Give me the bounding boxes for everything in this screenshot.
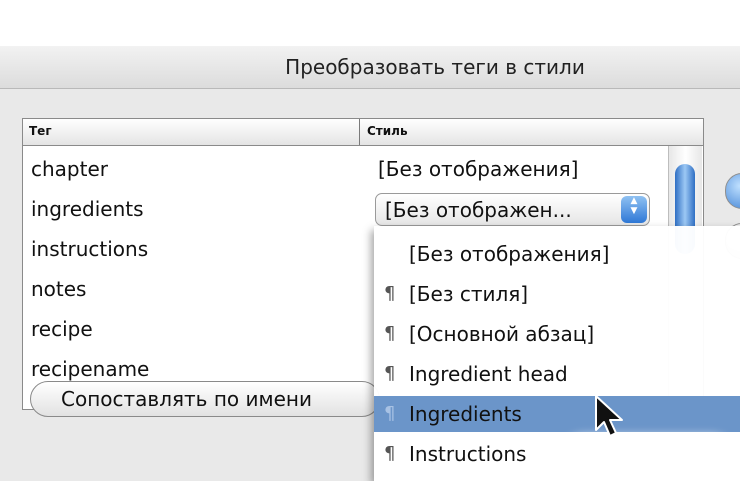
paragraph-icon: ¶ (384, 323, 396, 344)
menu-item[interactable]: [Без отображения] (374, 236, 740, 272)
menu-item[interactable]: ¶ Ingredient head (374, 356, 740, 392)
table-row-tag[interactable]: recipename (31, 357, 149, 381)
style-popup-button[interactable]: [Без отображен... ▲ ▼ (375, 193, 650, 226)
menu-item-label: [Без стиля] (409, 282, 529, 306)
table-row-tag[interactable]: instructions (31, 237, 148, 261)
menu-item[interactable]: ¶ [Основной абзац] (374, 316, 740, 352)
match-by-name-button[interactable]: Сопоставлять по имени (30, 381, 380, 417)
menu-item-label: Ingredient head (409, 362, 568, 386)
paragraph-icon: ¶ (384, 403, 396, 424)
menu-item-selected[interactable]: ¶ Ingredients (374, 396, 740, 432)
paragraph-icon: ¶ (384, 283, 396, 304)
table-row-tag[interactable]: recipe (31, 317, 93, 341)
column-header-tag[interactable]: Тег (29, 124, 52, 138)
column-header-style[interactable]: Стиль (367, 124, 408, 138)
paragraph-icon: ¶ (384, 443, 396, 464)
table-row-tag[interactable]: notes (31, 277, 86, 301)
menu-item-label: [Основной абзац] (409, 322, 595, 346)
dialog-titlebar: Преобразовать теги в стили (0, 46, 740, 89)
match-by-name-label: Сопоставлять по имени (61, 387, 312, 411)
table-row-tag[interactable]: chapter (31, 157, 108, 181)
dialog-title: Преобразовать теги в стили (285, 55, 585, 79)
menu-item[interactable]: ¶ [Без стиля] (374, 276, 740, 312)
table-row-tag[interactable]: ingredients (31, 197, 144, 221)
table-row-style[interactable]: [Без отображения] (378, 157, 578, 181)
mouse-pointer-icon (595, 395, 623, 437)
up-down-arrows-icon: ▲ ▼ (621, 196, 647, 223)
table-header: Тег Стиль (23, 119, 703, 146)
column-divider[interactable] (359, 119, 360, 145)
menu-item-label: Instructions (409, 442, 527, 466)
style-popup-label: [Без отображен... (385, 198, 572, 222)
paragraph-icon: ¶ (384, 363, 396, 384)
obscured-area (568, 442, 728, 474)
menu-item-label: [Без отображения] (409, 242, 610, 266)
menu-item-label: Ingredients (409, 402, 522, 426)
ok-button[interactable] (725, 173, 740, 209)
